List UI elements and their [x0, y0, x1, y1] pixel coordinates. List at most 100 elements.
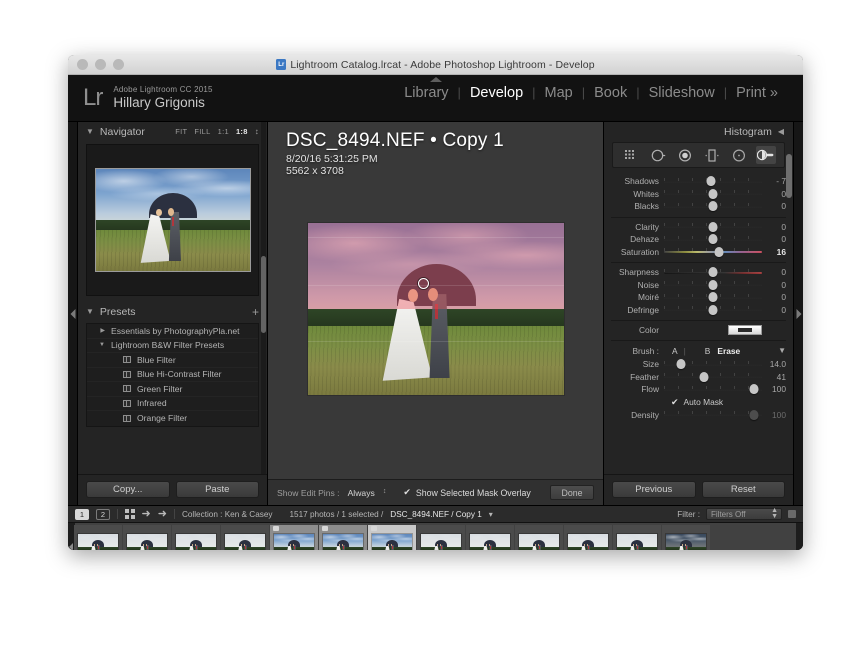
preset-item[interactable]: Orange Filter	[87, 411, 258, 426]
slider-row-sharpness[interactable]: Sharpness 0	[611, 266, 786, 279]
brush-mode-bar[interactable]: Brush : A | B Erase ▼	[611, 344, 786, 358]
chevron-down-icon[interactable]: ▼	[778, 346, 786, 355]
brush-a-button[interactable]: A	[672, 346, 678, 356]
slider-value[interactable]: 0	[767, 305, 786, 315]
preset-item[interactable]: ▼ Lightroom B&W Filter Presets	[87, 339, 258, 353]
slider-knob[interactable]	[708, 188, 718, 199]
graduated-filter-tool[interactable]	[702, 146, 722, 164]
done-button[interactable]: Done	[550, 485, 594, 500]
slider-track[interactable]	[664, 371, 762, 382]
module-picker[interactable]: Library | Develop | Map | Book | Slidesh…	[395, 85, 787, 101]
module-map[interactable]: Map	[536, 85, 582, 101]
image-stage[interactable]: DSC_8494.NEF • Copy 1 8/20/16 5:31:25 PM…	[268, 122, 603, 479]
crop-overlay-tool[interactable]	[621, 146, 641, 164]
slider-value[interactable]: 0	[767, 234, 786, 244]
filmstrip-thumbnail[interactable]	[662, 525, 710, 550]
filmstrip-thumbnail[interactable]	[123, 525, 171, 550]
show-edit-pins-value[interactable]: Always	[348, 488, 375, 498]
filmstrip-thumbnail[interactable]	[319, 525, 367, 550]
module-print[interactable]: Print »	[727, 85, 787, 101]
page-button-1[interactable]: 1	[75, 508, 89, 520]
disclosure-caret-icon[interactable]: ▶	[87, 327, 105, 334]
left-panel-scrollbar[interactable]	[261, 122, 266, 474]
color-row[interactable]: Color	[611, 321, 786, 338]
slider-value[interactable]: 0	[767, 267, 786, 277]
slider-track[interactable]	[664, 304, 762, 315]
identity-plate[interactable]: Adobe Lightroom CC 2015 Hillary Grigonis	[113, 85, 212, 112]
slider-knob[interactable]	[708, 304, 718, 315]
flag-icon[interactable]	[273, 526, 279, 531]
forward-arrow-icon[interactable]: ➜	[158, 508, 167, 520]
current-file-path[interactable]: DSC_8494.NEF / Copy 1	[390, 510, 481, 519]
module-book[interactable]: Book	[585, 85, 636, 101]
red-eye-correction-tool[interactable]	[675, 146, 695, 164]
filmstrip-thumbnail[interactable]	[564, 525, 612, 550]
grid-view-icon[interactable]	[125, 509, 135, 519]
slider-row-moir[interactable]: Moiré 0	[611, 291, 786, 304]
left-panel-collapse-handle[interactable]	[68, 122, 78, 505]
slider-value[interactable]: 100	[767, 384, 786, 394]
slider-track[interactable]	[664, 292, 762, 303]
slider-knob[interactable]	[708, 267, 718, 278]
right-panel-collapse-handle[interactable]	[793, 122, 803, 505]
slider-value[interactable]: 0	[767, 222, 786, 232]
chevron-left-icon[interactable]: ◀	[778, 127, 784, 136]
slider-row-flow[interactable]: Flow 100	[611, 383, 786, 396]
left-panel-scrollbar-thumb[interactable]	[261, 255, 266, 334]
path-dropdown-caret[interactable]: ▾	[489, 509, 493, 519]
back-arrow-icon[interactable]: ➜	[142, 508, 151, 520]
slider-track[interactable]	[664, 279, 762, 290]
filmstrip-track[interactable]	[68, 523, 803, 550]
main-photo[interactable]	[307, 222, 564, 395]
show-edit-pins-stepper-icon[interactable]: ↕	[383, 488, 387, 495]
radial-filter-tool[interactable]	[729, 146, 749, 164]
topbar-collapse-arrow[interactable]	[429, 77, 442, 82]
adjustment-brush-tool[interactable]	[755, 146, 776, 164]
slider-track[interactable]	[664, 188, 762, 199]
slider-row-density[interactable]: Density 100	[611, 409, 786, 422]
slider-value[interactable]: 14.0	[767, 359, 786, 369]
filmstrip-thumbnail[interactable]	[270, 525, 318, 550]
navigator-preview[interactable]	[86, 144, 259, 296]
filmstrip-right-edge[interactable]	[796, 523, 803, 550]
chevron-down-icon[interactable]: ▼	[86, 127, 94, 136]
preset-item[interactable]: Blue Hi-Contrast Filter	[87, 368, 258, 382]
slider-knob[interactable]	[706, 176, 716, 187]
slider-knob[interactable]	[708, 201, 718, 212]
slider-track[interactable]	[664, 176, 762, 187]
slider-row-saturation[interactable]: Saturation 16	[611, 246, 786, 259]
filter-toggle-button[interactable]	[788, 510, 796, 518]
slider-row-defringe[interactable]: Defringe 0	[611, 304, 786, 317]
brush-b-button[interactable]: B	[705, 346, 711, 356]
slider-value[interactable]: 0	[767, 201, 786, 211]
slider-knob[interactable]	[714, 246, 724, 257]
filmstrip-thumbnail[interactable]	[613, 525, 661, 550]
slider-track[interactable]	[664, 359, 762, 370]
slider-track[interactable]	[664, 384, 762, 395]
slider-track[interactable]	[664, 246, 762, 257]
zoom-fit[interactable]: FIT	[175, 127, 187, 136]
auto-mask-checkbox[interactable]: ✔ Auto Mask	[611, 396, 786, 409]
paste-button[interactable]: Paste	[175, 481, 259, 498]
slider-track[interactable]	[664, 221, 762, 232]
navigator-header[interactable]: ▼ Navigator FIT FILL 1:1 1:8 ↕	[78, 122, 267, 141]
filmstrip-thumbnail[interactable]	[172, 525, 220, 550]
slider-row-noise[interactable]: Noise 0	[611, 279, 786, 292]
slider-knob[interactable]	[708, 221, 718, 232]
slider-knob[interactable]	[699, 371, 709, 382]
slider-row-dehaze[interactable]: Dehaze 0	[611, 233, 786, 246]
preset-item[interactable]: Blue Filter	[87, 353, 258, 368]
reset-button[interactable]: Reset	[701, 481, 785, 498]
slider-row-size[interactable]: Size 14.0	[611, 358, 786, 371]
slider-row-whites[interactable]: Whites 0	[611, 188, 786, 201]
flag-icon[interactable]	[371, 526, 377, 531]
filmstrip-thumbnail[interactable]	[515, 525, 563, 550]
presets-header[interactable]: ▼ Presets +	[78, 302, 267, 321]
zoom-selected[interactable]: 1:8	[236, 127, 248, 136]
slider-row-clarity[interactable]: Clarity 0	[611, 221, 786, 234]
slider-knob[interactable]	[708, 292, 718, 303]
page-button-2[interactable]: 2	[96, 508, 110, 520]
navigator-zoom-controls[interactable]: FIT FILL 1:1 1:8 ↕	[175, 127, 259, 136]
module-develop[interactable]: Develop	[461, 85, 532, 101]
slider-track[interactable]	[664, 201, 762, 212]
